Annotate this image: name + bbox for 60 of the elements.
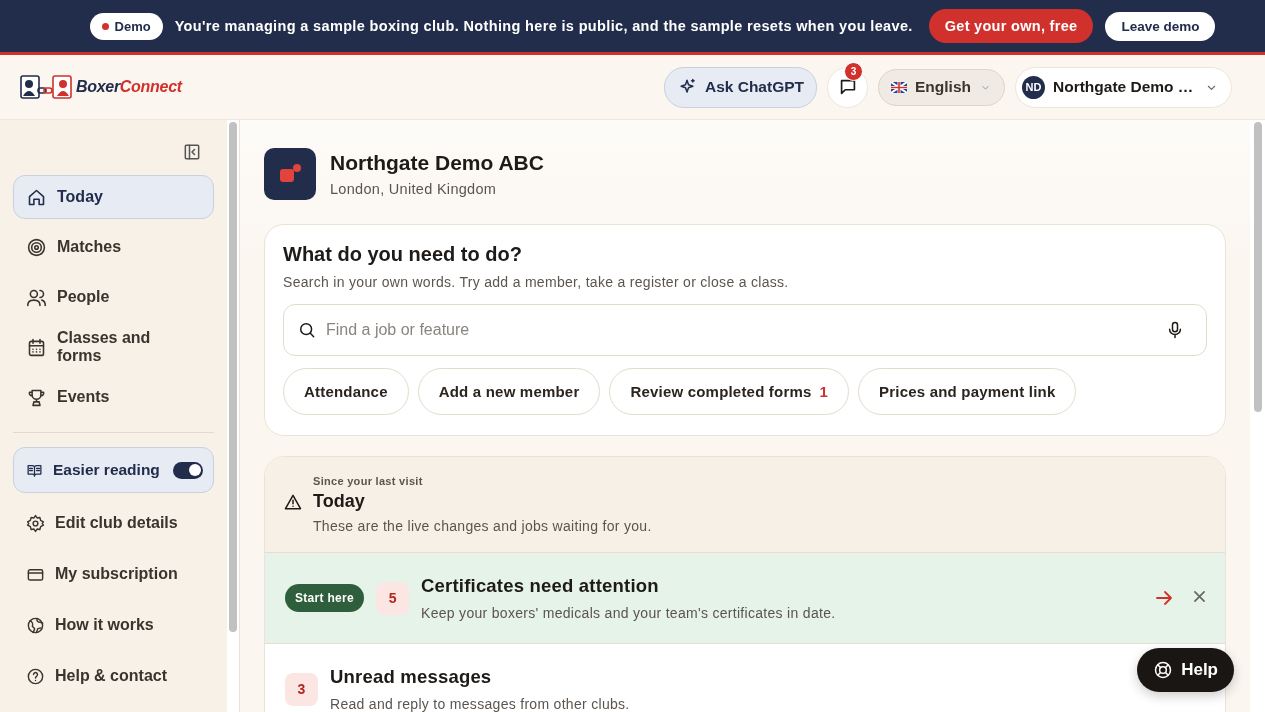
logo-icon <box>20 74 72 100</box>
language-selector[interactable]: English <box>878 68 1005 106</box>
ask-chatgpt-button[interactable]: Ask ChatGPT <box>663 66 817 108</box>
toggle-label: Easier reading <box>53 461 161 479</box>
scrollbar-thumb[interactable] <box>1253 122 1262 412</box>
account-menu[interactable]: ND Northgate Demo … <box>1015 66 1232 108</box>
dismiss-button[interactable] <box>1194 591 1205 605</box>
sidebar-link[interactable]: Help & contact <box>13 653 214 699</box>
demo-badge: Demo <box>89 12 163 40</box>
sidebar-link[interactable]: How it works <box>13 602 214 648</box>
gear-icon <box>26 513 45 533</box>
shortcut-chip[interactable]: Review completed forms 1 <box>609 368 850 415</box>
avatar-initials: ND <box>1022 75 1045 99</box>
sidebar-item[interactable]: Events <box>13 375 214 419</box>
club-logo <box>264 148 316 200</box>
open-task-button[interactable] <box>1156 591 1172 605</box>
task-description: Read and reply to messages from other clubs. <box>330 696 630 712</box>
club-name: Northgate Demo ABC <box>330 151 544 175</box>
task-row[interactable]: Start here 5 Certificates need attention Keep your boxers' medicals and your team's certificates in date. <box>265 552 1225 643</box>
panel-description: These are the live changes and jobs waiting for you. <box>313 518 653 534</box>
task-title: Certificates need attention <box>421 575 659 597</box>
panel-title: Today <box>313 491 366 512</box>
club-location: London, United Kingdom <box>330 181 498 197</box>
sidebar-link[interactable]: Edit club details <box>13 500 214 546</box>
task-count: 5 <box>376 581 410 615</box>
leave-demo-button[interactable]: Leave demo <box>1105 11 1216 41</box>
sidebar-item[interactable]: Today <box>13 175 214 219</box>
unread-count-badge: 3 <box>844 61 863 81</box>
globe-icon <box>26 615 45 635</box>
task-count: 3 <box>285 672 318 706</box>
logo-wordmark: BoxerConnect <box>76 78 182 96</box>
target-icon <box>26 236 47 258</box>
flag-icon <box>891 81 907 93</box>
close-icon <box>1194 591 1205 602</box>
calendar-icon <box>26 336 47 358</box>
sidebar-item[interactable]: Classes and forms <box>13 325 214 369</box>
banner-message: You're managing a sample boxing club. Nothing here is public, and the sample resets when you leave. <box>174 18 913 34</box>
shortcut-chip[interactable]: Prices and payment link <box>858 368 1077 415</box>
start-here-tag: Start here <box>285 584 365 612</box>
sidebar-collapse-icon <box>182 142 202 162</box>
question-icon <box>26 666 45 686</box>
chip-count: 1 <box>819 383 829 400</box>
sidebar-link[interactable]: My subscription <box>13 551 214 597</box>
panel-eyebrow: Since your last visit <box>313 475 424 487</box>
help-button[interactable]: Help <box>1137 648 1234 692</box>
sidebar-item[interactable]: Matches <box>13 225 214 269</box>
task-title: Unread messages <box>330 666 492 688</box>
arrow-right-icon <box>1156 591 1172 605</box>
search-icon <box>297 320 317 340</box>
shortcut-chip[interactable]: Attendance <box>283 368 409 415</box>
task-description: Keep your boxers' medicals and your team's certificates in date. <box>421 605 836 621</box>
shortcut-chip[interactable]: Add a new member <box>417 368 601 415</box>
search-field[interactable]: Find a job or feature <box>283 304 1207 356</box>
sidebar-item[interactable]: People <box>13 275 214 319</box>
lifebuoy-icon <box>1153 660 1174 680</box>
get-your-own-button[interactable]: Get your own, free <box>928 9 1094 43</box>
card-title: What do you need to do? <box>283 243 523 266</box>
card-hint: Search in your own words. Try add a member, take a register or close a class. <box>283 274 790 290</box>
scrollbar-thumb[interactable] <box>229 122 237 632</box>
toggle-switch[interactable] <box>173 461 203 479</box>
